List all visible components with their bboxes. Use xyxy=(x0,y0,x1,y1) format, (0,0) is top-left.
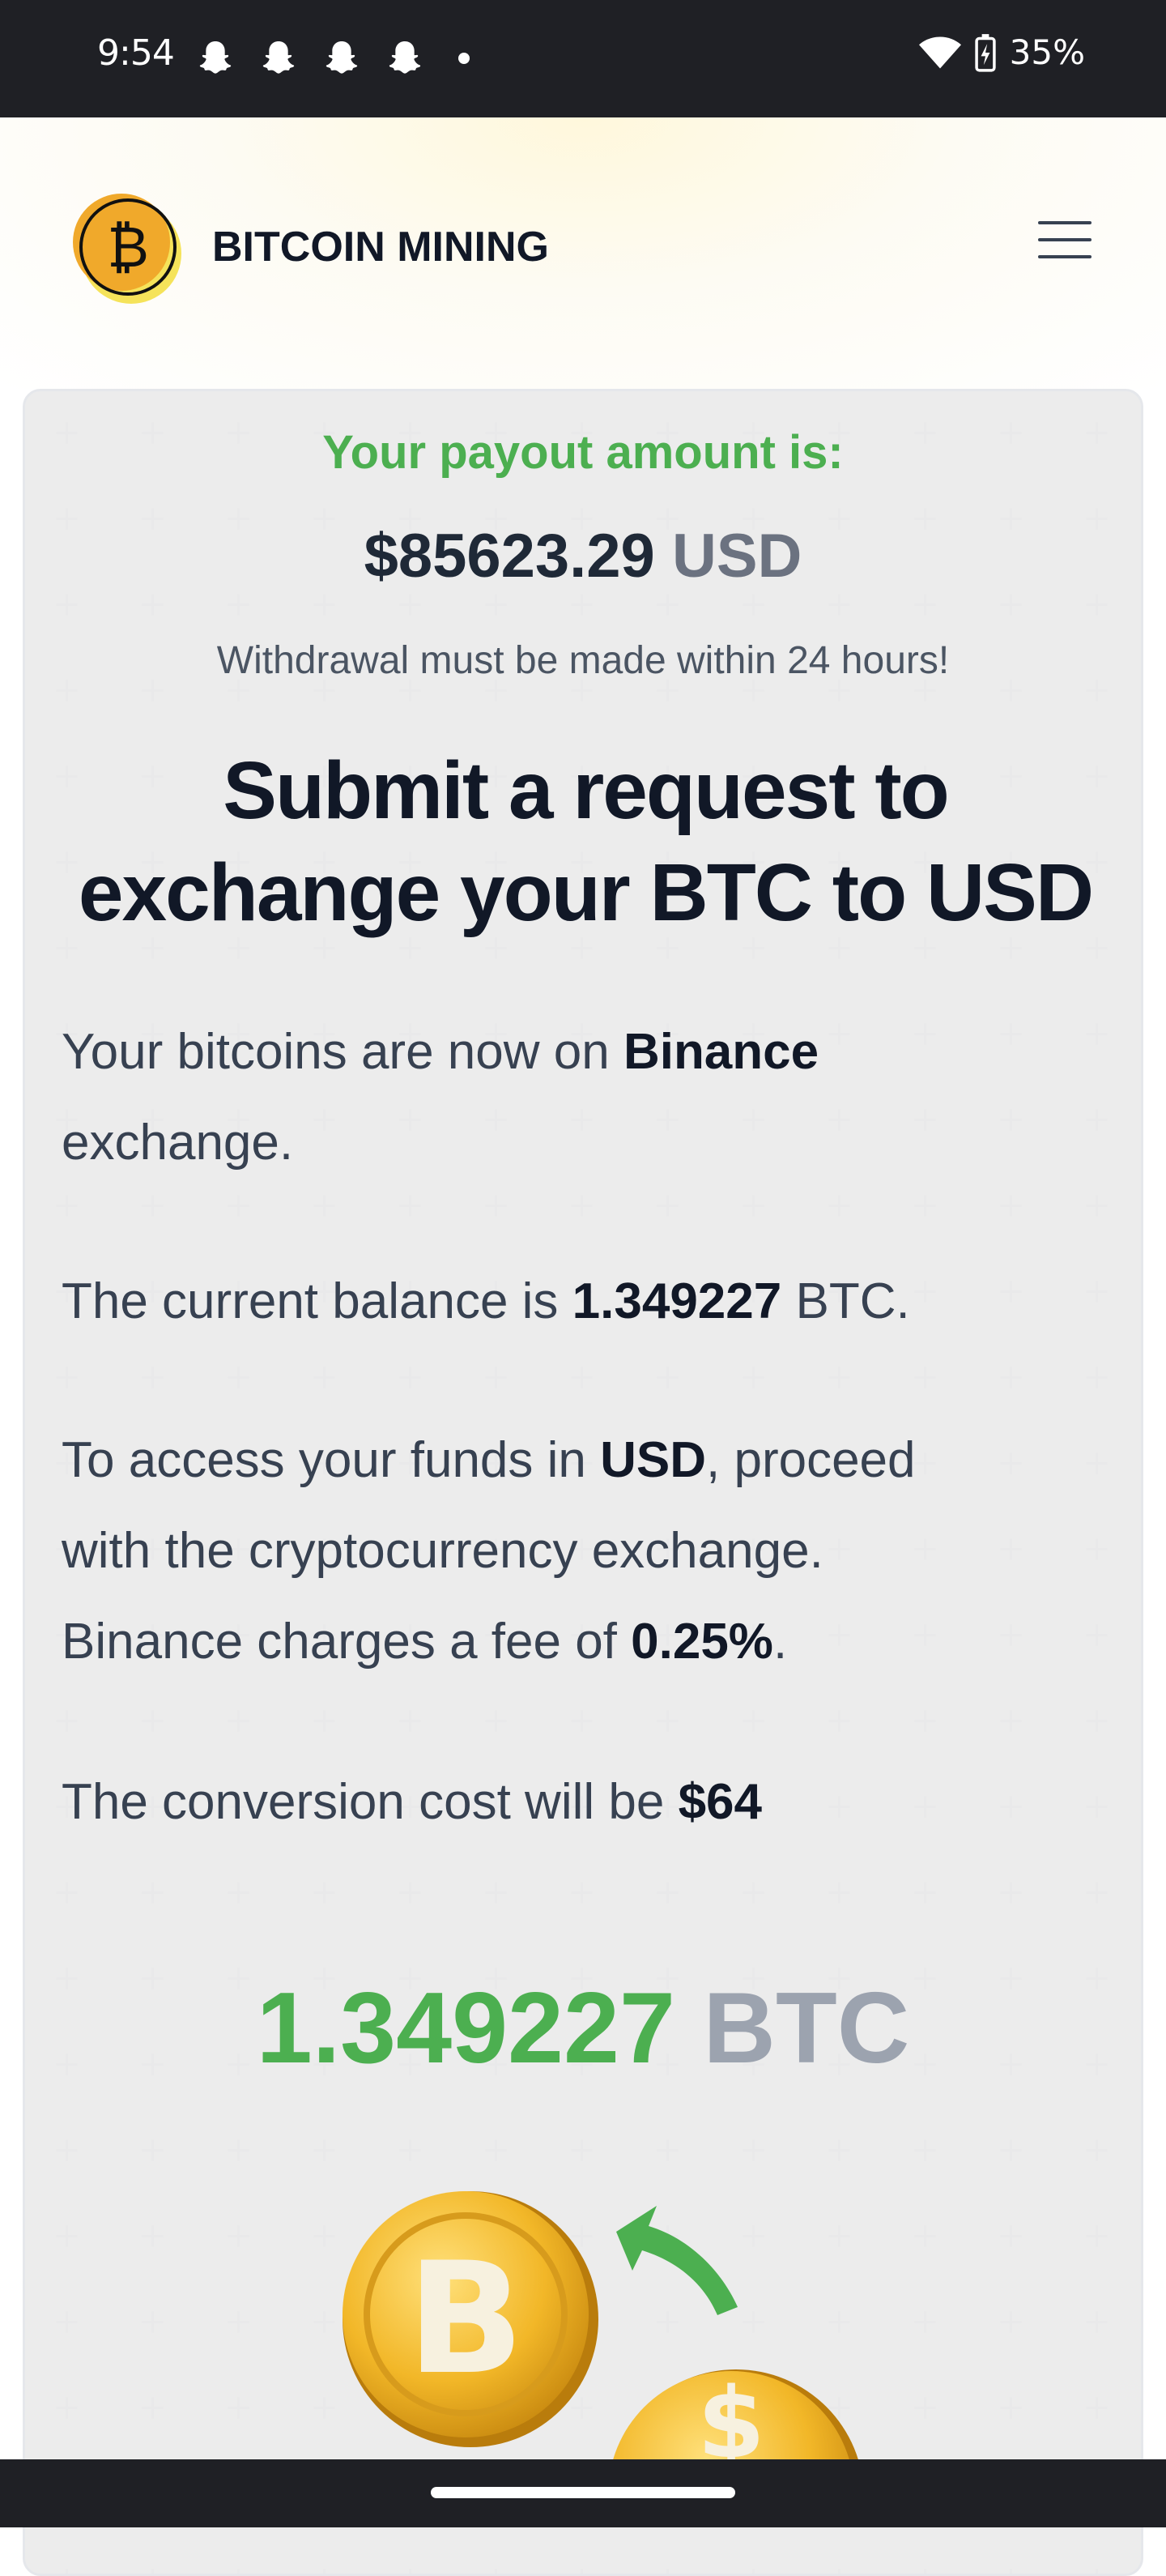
exchange-name: Binance xyxy=(623,1024,819,1080)
btc-amount-unit: BTC xyxy=(703,1973,910,2084)
hamburger-menu-icon[interactable] xyxy=(1038,221,1092,262)
payout-card: Your payout amount is: $85623.29 USD Wit… xyxy=(23,389,1143,2576)
svg-text:B: B xyxy=(407,2229,525,2408)
payout-unit: USD xyxy=(671,522,802,591)
snapchat-icon xyxy=(389,41,421,74)
headline-line-2: exchange your BTC to USD xyxy=(78,847,1094,938)
fee-paragraph: To access your funds in USD, proceed wit… xyxy=(62,1415,1114,1687)
p1-text: Your bitcoins are now on xyxy=(62,1024,623,1080)
balance-value: 1.349227 xyxy=(572,1273,782,1329)
snapchat-icon xyxy=(326,41,358,74)
svg-text:₿: ₿ xyxy=(107,214,149,280)
site-header: ₿ BITCOIN MINING xyxy=(0,117,1166,389)
p3-text-mid: , proceed xyxy=(706,1432,916,1488)
cost-paragraph: The conversion cost will be $64 xyxy=(62,1757,1114,1848)
bitcoin-coin-icon: B xyxy=(343,2191,598,2447)
more-notifications-dot xyxy=(458,53,470,64)
p1-text-end: exchange. xyxy=(62,1115,294,1171)
battery-percent: 35% xyxy=(1009,32,1085,72)
btc-amount-number: 1.349227 xyxy=(256,1973,675,2084)
p2-text-end: BTC. xyxy=(781,1273,910,1329)
coin-exchange-illustration: B $ xyxy=(343,2191,864,2497)
wifi-icon xyxy=(918,36,961,68)
notification-icons xyxy=(193,36,470,81)
btc-amount-display: 1.349227 BTC xyxy=(25,1971,1141,2086)
brand-name[interactable]: BITCOIN MINING xyxy=(212,223,549,271)
balance-paragraph: The current balance is 1.349227 BTC. xyxy=(62,1256,1114,1347)
p2-text: The current balance is xyxy=(62,1273,572,1329)
home-gesture-handle[interactable] xyxy=(431,2487,735,2498)
currency-usd: USD xyxy=(600,1432,707,1488)
p3-text: To access your funds in xyxy=(62,1432,601,1488)
system-navigation-bar xyxy=(0,2459,1166,2527)
battery-charging-icon xyxy=(974,33,996,72)
payout-amount: $85623.29 USD xyxy=(25,521,1141,591)
withdrawal-note: Withdrawal must be made within 24 hours! xyxy=(216,639,950,682)
p3-line-3: Binance charges a fee of xyxy=(62,1614,632,1670)
exchange-paragraph: Your bitcoins are now on Binance exchang… xyxy=(62,1007,1114,1188)
page-headline: Submit a request to exchange your BTC to… xyxy=(74,740,1097,944)
payout-value: $85623.29 xyxy=(364,522,655,591)
p3-line-2: with the cryptocurrency exchange. xyxy=(62,1523,823,1579)
payout-label: Your payout amount is: xyxy=(322,426,844,479)
status-time: 9:54 xyxy=(97,32,175,74)
exchange-arrow-icon xyxy=(616,2206,738,2315)
fee-value: 0.25% xyxy=(631,1614,773,1670)
bitcoin-logo-icon[interactable]: ₿ xyxy=(66,189,188,310)
p3-line-3-end: . xyxy=(772,1614,788,1670)
snapchat-icon xyxy=(262,41,295,74)
status-bar: 9:54 35% xyxy=(0,0,1166,117)
p4-text: The conversion cost will be xyxy=(62,1774,679,1830)
headline-line-1: Submit a request to xyxy=(223,745,949,836)
status-right: 35% xyxy=(918,32,1085,72)
conversion-cost: $64 xyxy=(678,1774,763,1830)
snapchat-icon xyxy=(199,41,232,74)
